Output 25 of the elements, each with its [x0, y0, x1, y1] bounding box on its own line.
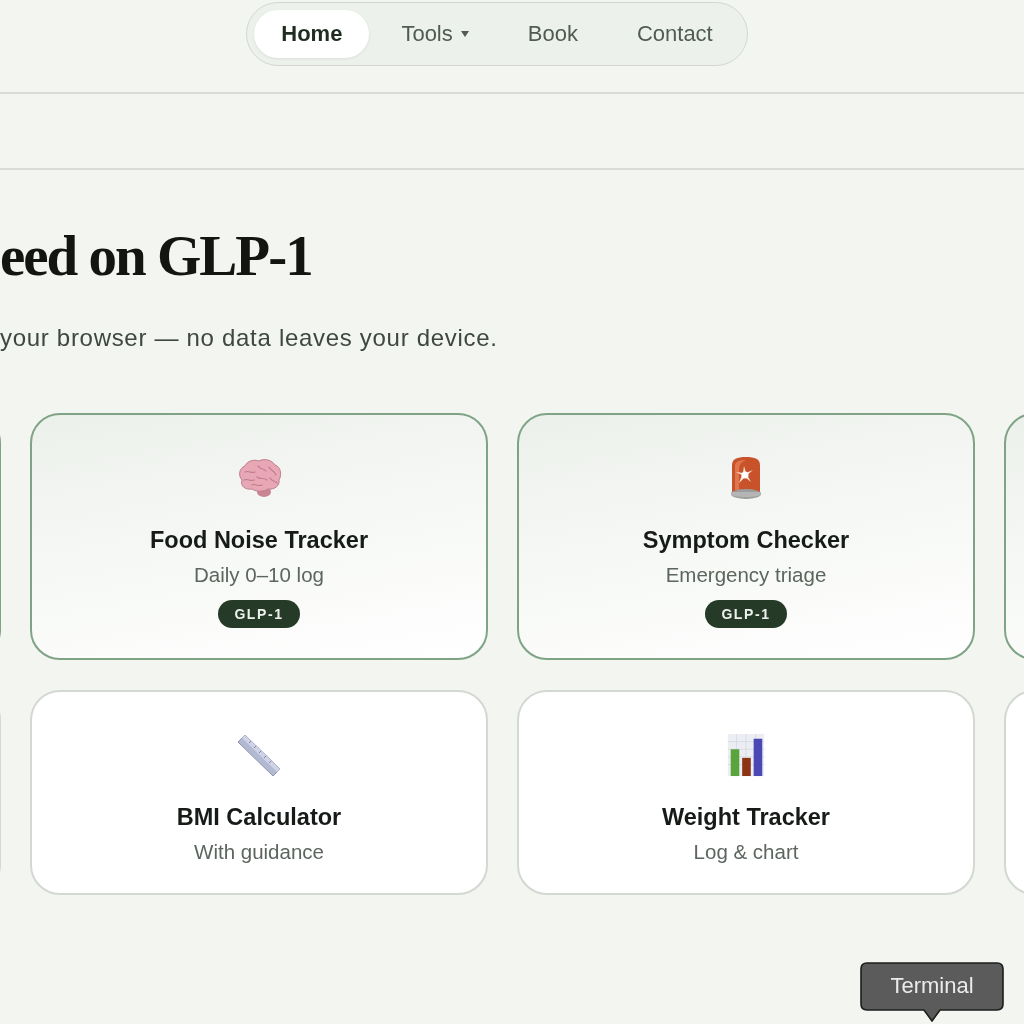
page-subtitle: your browser — no data leaves your device. — [0, 324, 499, 352]
ruler-icon — [236, 733, 282, 777]
tooltip: Terminal — [860, 962, 1004, 1022]
bar-chart-icon — [727, 733, 765, 777]
tool-card[interactable]: Symptom Checker Emergency triage GLP-1 — [517, 413, 975, 660]
card-title: Symptom Checker — [642, 526, 850, 554]
card-title: BMI Calculator — [176, 803, 342, 831]
tag-badge: GLP-1 — [705, 600, 787, 628]
card-title: Food Noise Tracker — [149, 526, 369, 554]
nav-tab[interactable]: Book — [500, 10, 605, 58]
tool-card[interactable]: Food Noise Tracker Daily 0–10 log GLP-1 — [30, 413, 488, 660]
siren-light-icon — [729, 456, 763, 500]
card-subtitle: With guidance — [194, 840, 324, 864]
card-subtitle: Log & chart — [693, 840, 799, 864]
tag-badge: GLP-1 — [218, 600, 300, 628]
card-subtitle: Emergency triage — [665, 563, 827, 587]
nav-tab[interactable]: Home — [254, 10, 370, 58]
tool-card[interactable]: BMI Calculator With guidance — [30, 690, 488, 895]
tool-card[interactable]: Weight Tracker Log & chart — [517, 690, 975, 895]
nav-tab[interactable]: Tools — [374, 10, 496, 58]
page-heading: eed on GLP-1 — [0, 224, 313, 288]
brain-icon — [236, 456, 282, 500]
card-title: Weight Tracker — [661, 803, 830, 831]
nav-tab[interactable]: Contact — [609, 10, 740, 58]
card-subtitle: Daily 0–10 log — [194, 563, 324, 587]
